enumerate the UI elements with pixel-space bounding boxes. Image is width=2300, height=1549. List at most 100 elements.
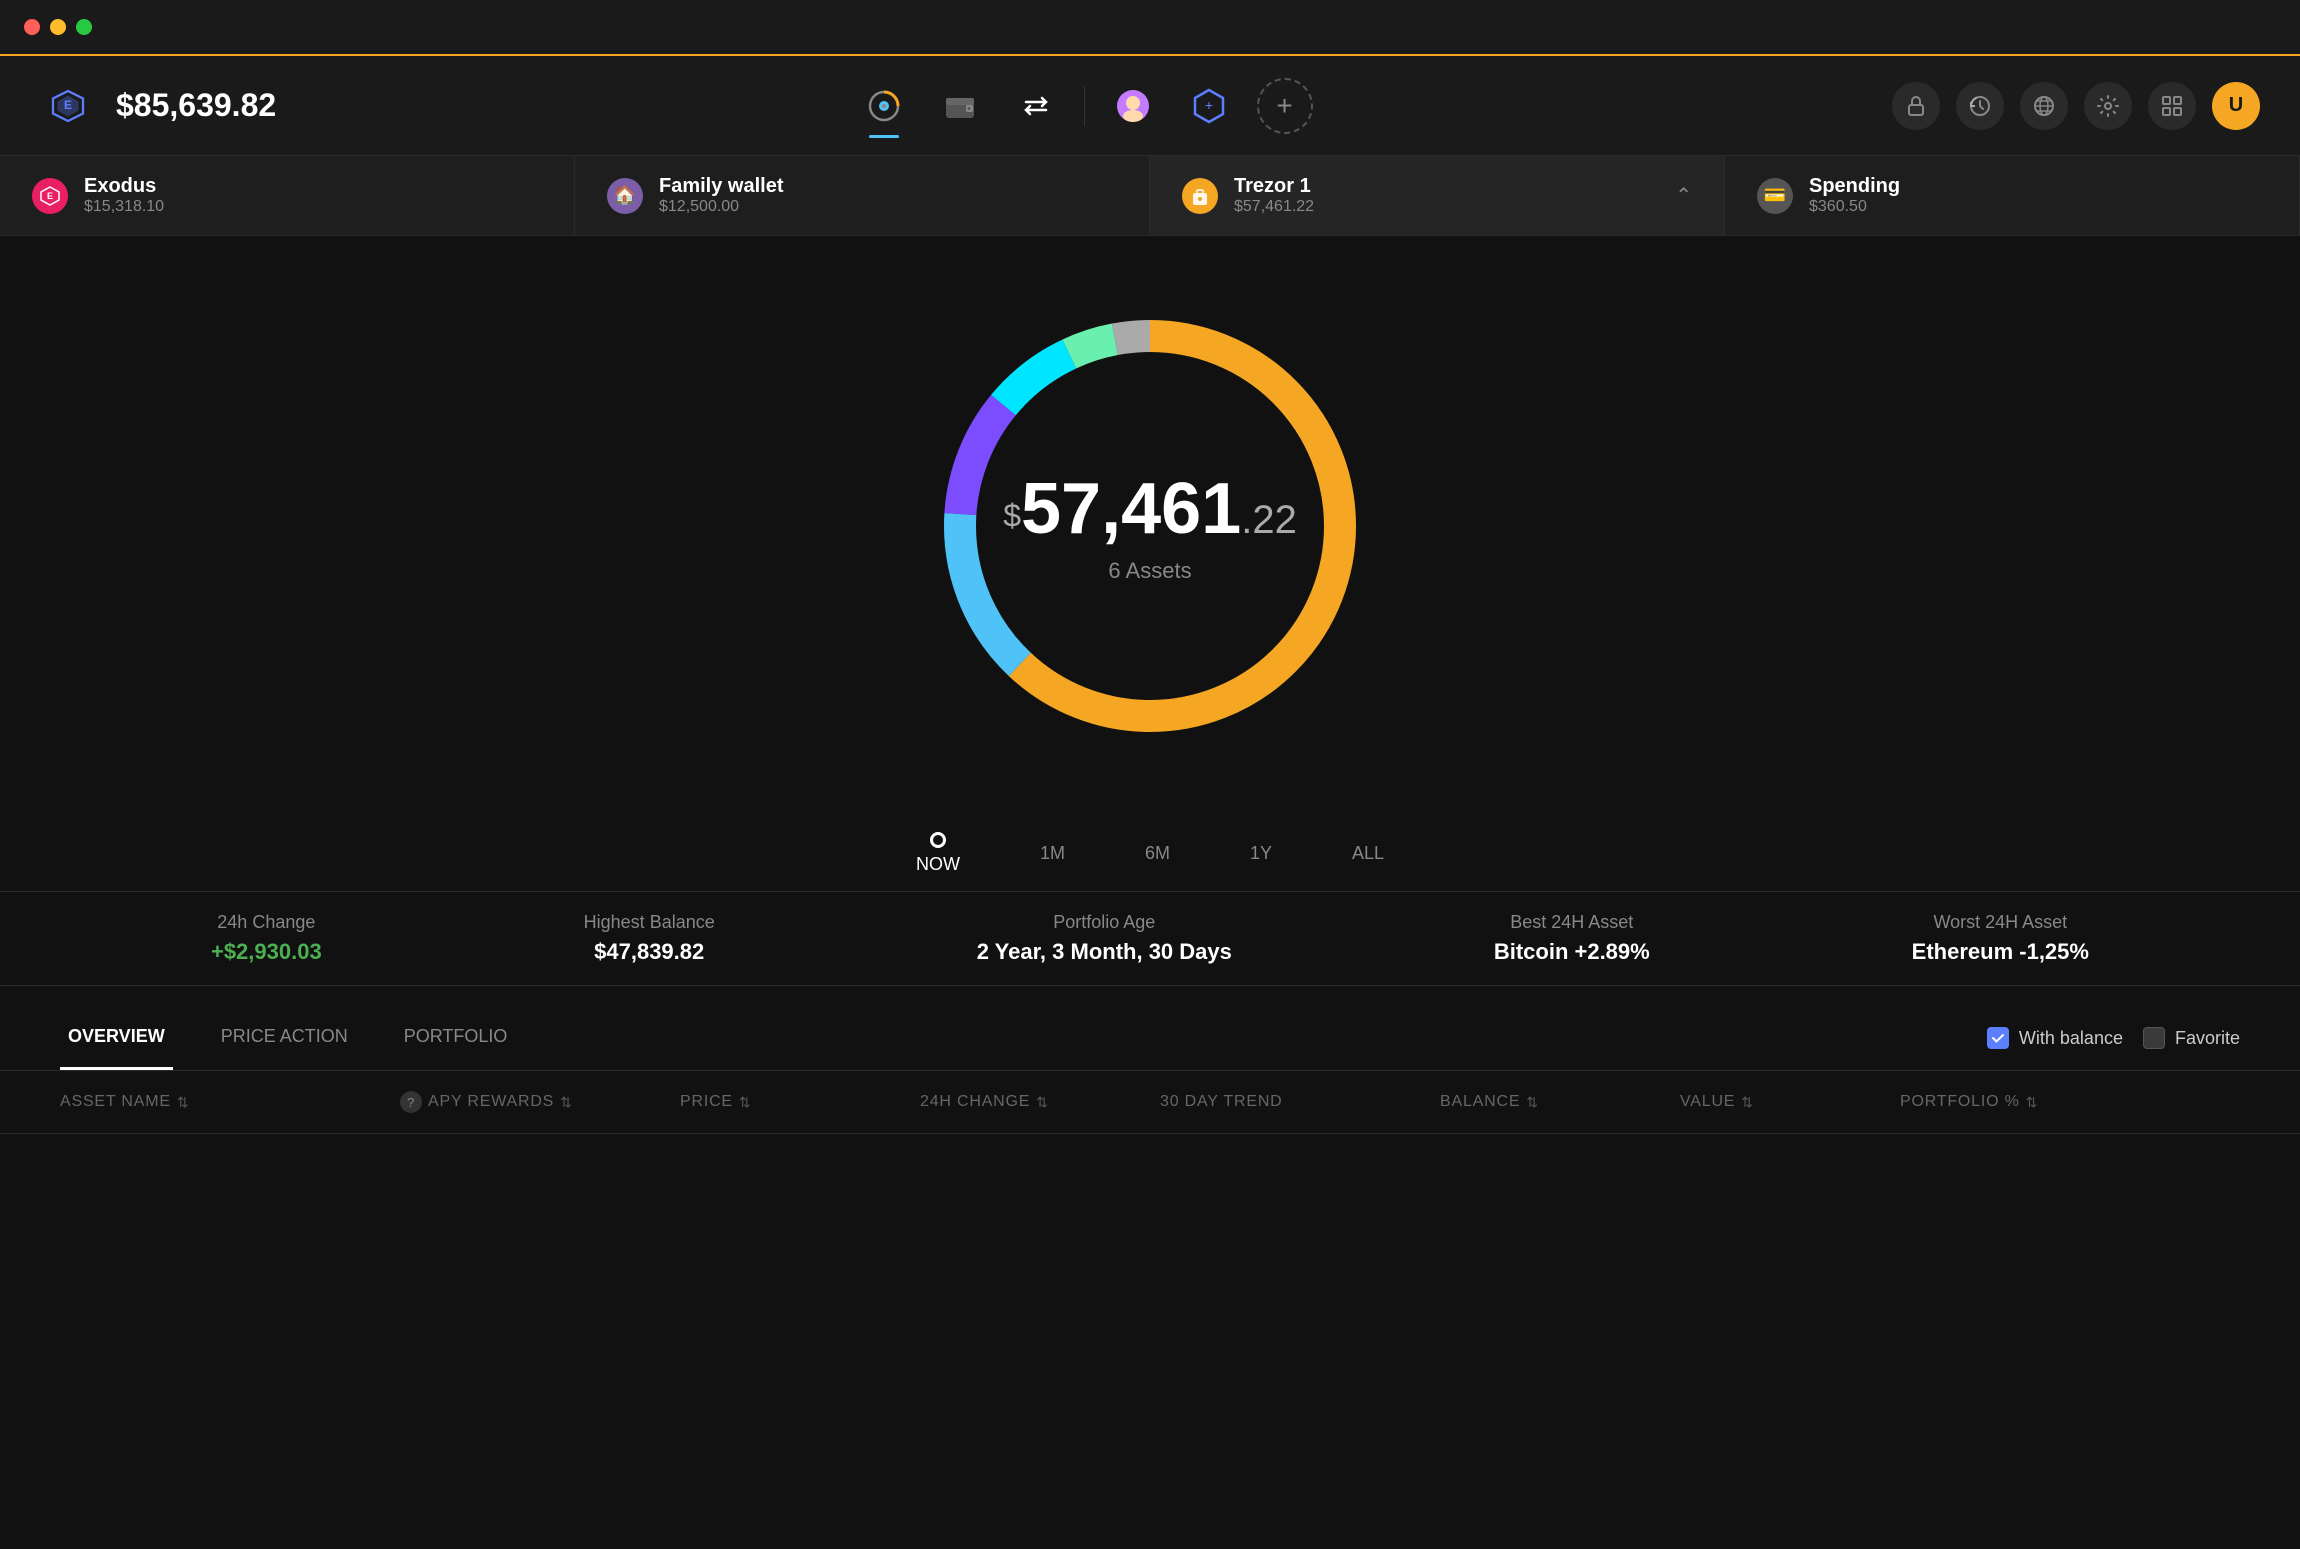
- app-logo[interactable]: E: [40, 78, 96, 134]
- th-value[interactable]: VALUE ⇅: [1680, 1093, 1900, 1111]
- wallet-tab-spending[interactable]: 💳 Spending $360.50: [1725, 156, 2300, 235]
- family-wallet-balance: $12,500.00: [659, 198, 1117, 216]
- content-tabs: OVERVIEW PRICE ACTION PORTFOLIO With bal…: [0, 1006, 2300, 1071]
- memoji-nav-button[interactable]: [1105, 78, 1161, 134]
- stat-highest-balance-value: $47,839.82: [584, 939, 715, 965]
- portfolio-nav-button[interactable]: [856, 78, 912, 134]
- th-asset-sort-icon: ⇅: [177, 1094, 190, 1111]
- with-balance-checkbox[interactable]: [1987, 1027, 2009, 1049]
- timeline: NOW 1M 6M 1Y ALL: [0, 816, 2300, 891]
- family-wallet-name: Family wallet: [659, 175, 1117, 198]
- traffic-lights: [24, 19, 92, 35]
- th-change-sort-icon: ⇅: [1036, 1094, 1049, 1111]
- th-price-sort-icon: ⇅: [739, 1094, 752, 1111]
- donut-amount-cents: .22: [1241, 498, 1297, 542]
- exodus-wallet-balance: $15,318.10: [84, 198, 542, 216]
- table-header: ASSET NAME ⇅ ? APY REWARDS ⇅ PRICE ⇅ 24H…: [0, 1071, 2300, 1134]
- settings-nav-button[interactable]: [2084, 82, 2132, 130]
- th-portfolio-pct[interactable]: PORTFOLIO % ⇅: [1900, 1093, 2240, 1111]
- grid-nav-button[interactable]: [2148, 82, 2196, 130]
- th-apy-rewards[interactable]: ? APY REWARDS ⇅: [400, 1091, 680, 1113]
- stat-highest-balance: Highest Balance $47,839.82: [584, 912, 715, 965]
- title-bar: [0, 0, 2300, 56]
- stat-24h-change-label: 24h Change: [211, 912, 322, 933]
- th-price[interactable]: PRICE ⇅: [680, 1093, 920, 1111]
- stat-highest-balance-label: Highest Balance: [584, 912, 715, 933]
- tab-overview[interactable]: OVERVIEW: [60, 1006, 173, 1070]
- nav-right: U: [1892, 82, 2260, 130]
- nav-left: E $85,639.82: [40, 78, 276, 134]
- donut-amount: $57,461.22: [1003, 468, 1297, 550]
- donut-assets-count: 6 Assets: [1003, 558, 1297, 584]
- th-asset-name[interactable]: ASSET NAME ⇅: [60, 1093, 400, 1111]
- chart-section: $57,461.22 6 Assets: [0, 236, 2300, 796]
- stat-worst-asset: Worst 24H Asset Ethereum -1,25%: [1912, 912, 2089, 965]
- lock-nav-button[interactable]: [1892, 82, 1940, 130]
- th-apy-sort-icon: ⇅: [560, 1094, 573, 1111]
- exodus-wallet-info: Exodus $15,318.10: [84, 175, 542, 216]
- nav-center: + +: [276, 78, 1892, 134]
- timeline-label-1y: 1Y: [1250, 843, 1272, 864]
- timeline-1y[interactable]: 1Y: [1250, 843, 1272, 864]
- tab-price-action[interactable]: PRICE ACTION: [213, 1006, 356, 1070]
- add-wallet-nav-button[interactable]: +: [1181, 78, 1237, 134]
- favorite-filter[interactable]: Favorite: [2143, 1027, 2240, 1049]
- wallet-tab-family[interactable]: 🏠 Family wallet $12,500.00: [575, 156, 1150, 235]
- wallet-tab-exodus[interactable]: E Exodus $15,318.10: [0, 156, 575, 235]
- stats-row: 24h Change +$2,930.03 Highest Balance $4…: [0, 891, 2300, 986]
- user-avatar-label: U: [2229, 94, 2243, 117]
- donut-center: $57,461.22 6 Assets: [1003, 468, 1297, 584]
- spending-wallet-balance: $360.50: [1809, 198, 2267, 216]
- add-nav-button[interactable]: +: [1257, 78, 1313, 134]
- with-balance-filter[interactable]: With balance: [1987, 1027, 2123, 1049]
- tab-portfolio[interactable]: PORTFOLIO: [396, 1006, 516, 1070]
- history-nav-button[interactable]: [1956, 82, 2004, 130]
- donut-amount-main: 57,461: [1021, 469, 1241, 549]
- stat-worst-asset-value: Ethereum -1,25%: [1912, 939, 2089, 965]
- wallet-tab-trezor1[interactable]: Trezor 1 $57,461.22 ⌃: [1150, 156, 1725, 235]
- spending-wallet-info: Spending $360.50: [1809, 175, 2267, 216]
- donut-dollar-sign: $: [1003, 498, 1021, 534]
- timeline-6m[interactable]: 6M: [1145, 843, 1170, 864]
- trezor1-wallet-info: Trezor 1 $57,461.22: [1234, 175, 1659, 216]
- trezor1-chevron-icon: ⌃: [1675, 183, 1692, 208]
- timeline-1m[interactable]: 1M: [1040, 843, 1065, 864]
- nav-divider: [1084, 86, 1085, 126]
- th-trend-label: 30 DAY TREND: [1160, 1093, 1283, 1111]
- exodus-wallet-icon: E: [32, 178, 68, 214]
- tab-filters: With balance Favorite: [1987, 1027, 2240, 1049]
- timeline-label-all: ALL: [1352, 843, 1384, 864]
- timeline-now[interactable]: NOW: [916, 832, 960, 875]
- svg-text:E: E: [64, 98, 72, 112]
- donut-chart-container: $57,461.22 6 Assets: [900, 276, 1400, 776]
- timeline-label-1m: 1M: [1040, 843, 1065, 864]
- stat-portfolio-age-value: 2 Year, 3 Month, 30 Days: [977, 939, 1232, 965]
- stat-portfolio-age-label: Portfolio Age: [977, 912, 1232, 933]
- minimize-button[interactable]: [50, 19, 66, 35]
- th-balance[interactable]: BALANCE ⇅: [1440, 1093, 1680, 1111]
- trezor1-wallet-icon: [1182, 178, 1218, 214]
- trezor1-wallet-name: Trezor 1: [1234, 175, 1659, 198]
- th-24h-change[interactable]: 24H CHANGE ⇅: [920, 1093, 1160, 1111]
- th-asset-name-label: ASSET NAME: [60, 1093, 171, 1111]
- close-button[interactable]: [24, 19, 40, 35]
- favorite-checkbox[interactable]: [2143, 1027, 2165, 1049]
- maximize-button[interactable]: [76, 19, 92, 35]
- swap-nav-button[interactable]: [1008, 78, 1064, 134]
- globe-nav-button[interactable]: [2020, 82, 2068, 130]
- user-avatar-button[interactable]: U: [2212, 82, 2260, 130]
- stat-best-asset: Best 24H Asset Bitcoin +2.89%: [1494, 912, 1650, 965]
- svg-text:E: E: [47, 191, 53, 201]
- th-balance-sort-icon: ⇅: [1526, 1094, 1539, 1111]
- timeline-all[interactable]: ALL: [1352, 843, 1384, 864]
- apy-question-icon: ?: [400, 1091, 422, 1113]
- wallet-nav-button[interactable]: [932, 78, 988, 134]
- stat-worst-asset-label: Worst 24H Asset: [1912, 912, 2089, 933]
- timeline-label-now: NOW: [916, 854, 960, 875]
- spending-wallet-name: Spending: [1809, 175, 2267, 198]
- total-balance: $85,639.82: [116, 87, 276, 124]
- family-wallet-info: Family wallet $12,500.00: [659, 175, 1117, 216]
- plus-icon: +: [1276, 90, 1292, 122]
- navbar: E $85,639.82: [0, 56, 2300, 156]
- th-price-label: PRICE: [680, 1093, 733, 1111]
